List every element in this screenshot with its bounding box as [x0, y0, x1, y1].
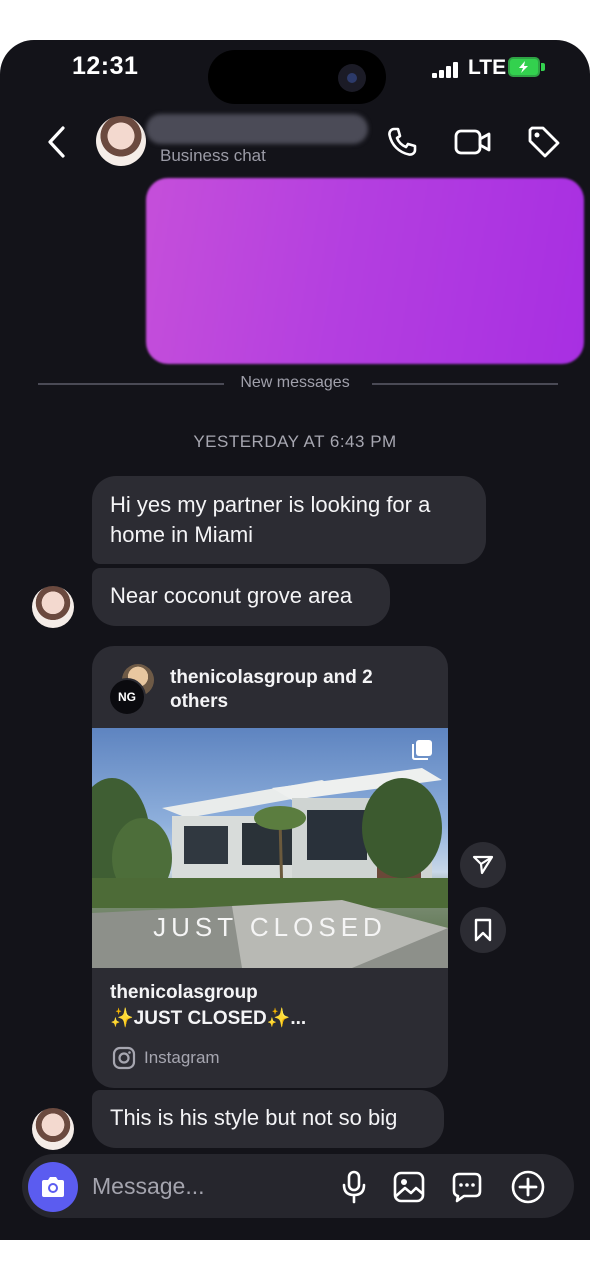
post-source: Instagram: [144, 1048, 220, 1067]
camera-icon: [42, 1177, 64, 1197]
front-camera: [338, 64, 366, 92]
redacted-sent-media[interactable]: [146, 178, 584, 364]
message-input[interactable]: Message...: [92, 1173, 205, 1200]
instagram-icon: [112, 1046, 136, 1070]
date-separator: YESTERDAY AT 6:43 PM: [193, 432, 397, 451]
post-image[interactable]: JUST CLOSED: [92, 728, 448, 968]
carousel-icon: [410, 738, 434, 762]
sticker-icon[interactable]: [446, 1166, 488, 1208]
message-bubble[interactable]: Hi yes my partner is looking for a home …: [92, 476, 486, 564]
phone-icon[interactable]: [380, 120, 424, 164]
battery-icon: [508, 57, 540, 77]
chat-screen: 12:31 LTE Business chat New messages YES…: [0, 40, 590, 1240]
bookmark-icon: [474, 918, 492, 942]
post-username: thenicolasgroup: [110, 982, 258, 1003]
post-caption: ✨JUST CLOSED✨...: [110, 1008, 307, 1029]
sender-avatar[interactable]: [32, 1108, 74, 1150]
account-logo: NG: [108, 678, 146, 716]
contact-name-redacted[interactable]: [146, 114, 368, 144]
signal-icon: [432, 62, 460, 78]
status-time: 12:31: [72, 52, 139, 80]
plus-icon[interactable]: [506, 1166, 550, 1208]
share-send-button[interactable]: [460, 842, 506, 888]
sender-avatar[interactable]: [32, 586, 74, 628]
microphone-icon[interactable]: [334, 1166, 374, 1208]
message-bubble[interactable]: This is his style but not so big: [92, 1090, 444, 1148]
back-chevron-icon[interactable]: [36, 122, 76, 162]
image-overlay-text: JUST CLOSED: [153, 912, 387, 942]
battery-tip: [541, 63, 545, 71]
save-post-button[interactable]: [460, 907, 506, 953]
gallery-icon[interactable]: [388, 1166, 430, 1208]
send-icon: [472, 855, 494, 875]
divider-line-right: [372, 383, 558, 385]
shared-post-card[interactable]: NG thenicolasgroup and 2 others JUST CLO…: [92, 646, 448, 1088]
post-author-header: thenicolasgroup and 2 others: [170, 667, 373, 712]
video-camera-icon[interactable]: [450, 120, 496, 164]
network-label: LTE: [468, 56, 507, 79]
tag-icon[interactable]: [522, 120, 566, 164]
contact-avatar[interactable]: [96, 116, 146, 166]
message-bubble[interactable]: Near coconut grove area: [92, 568, 390, 626]
chat-type-label: Business chat: [160, 146, 266, 165]
camera-button[interactable]: [28, 1162, 78, 1212]
